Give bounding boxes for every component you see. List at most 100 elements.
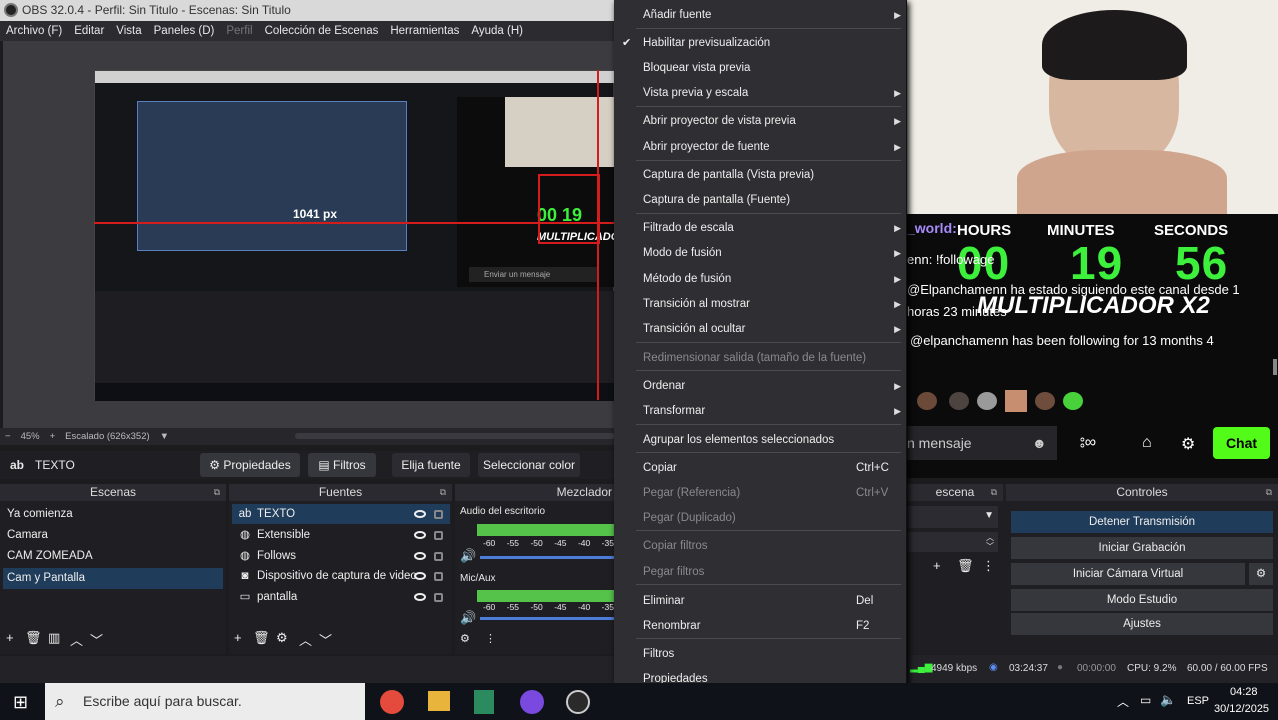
store-icon[interactable]: ⌂ (1142, 434, 1152, 452)
visibility-eye-icon[interactable] (414, 531, 426, 539)
visibility-eye-icon[interactable] (414, 552, 426, 560)
clock-time[interactable]: 04:28 (1230, 686, 1258, 698)
add-scene-icon[interactable]: + (6, 630, 14, 645)
menu-editar[interactable]: Editar (68, 25, 110, 37)
volume-slider-2[interactable] (480, 617, 614, 620)
properties-button[interactable]: ⚙ Propiedades (200, 453, 300, 477)
menu-perfil[interactable]: Perfil (220, 25, 258, 37)
add-transition-icon[interactable]: + (933, 558, 941, 573)
lock-icon[interactable] (434, 572, 443, 581)
context-menu-item[interactable]: Modo de fusión ▶ (614, 241, 907, 265)
menu-paneles[interactable]: Paneles (D) (148, 25, 221, 37)
context-menu-item[interactable]: Renombrar F2 (614, 614, 907, 638)
context-menu-item[interactable]: Captura de pantalla (Fuente) (614, 188, 907, 212)
app-icon[interactable] (474, 690, 494, 714)
menu-herramientas[interactable]: Herramientas (384, 25, 465, 37)
chat-input[interactable]: n mensaje ☻ (907, 426, 1057, 460)
context-menu-item[interactable]: Bloquear vista previa (614, 56, 907, 80)
context-menu-item[interactable]: Pegar filtros (614, 560, 907, 584)
speaker-icon[interactable]: 🔊 (460, 548, 476, 564)
undock-icon[interactable]: ⧉ (991, 484, 997, 501)
scene-item[interactable]: Camara (3, 525, 223, 546)
windows-start-icon[interactable]: ⊞ (13, 692, 28, 713)
choose-source-button[interactable]: Elija fuente (392, 453, 470, 477)
scene-item-selected[interactable]: Cam y Pantalla (3, 568, 223, 589)
context-menu-item[interactable]: Copiar filtros (614, 534, 907, 558)
trash-icon[interactable]: 🗑 (253, 630, 270, 646)
tray-chevron-up-icon[interactable]: ︿ (1117, 693, 1129, 710)
scene-item[interactable]: CAM ZOMEADA (3, 546, 223, 567)
lock-icon[interactable] (434, 531, 443, 540)
move-up-icon[interactable]: ︿ (70, 630, 83, 649)
context-menu-item[interactable]: Redimensionar salida (tamaño de la fuent… (614, 346, 907, 370)
move-down-icon[interactable]: ﹀ (319, 630, 332, 649)
context-menu-item[interactable]: Pegar (Referencia) Ctrl+V (614, 481, 907, 505)
clock-date[interactable]: 30/12/2025 (1214, 703, 1269, 715)
context-menu-item[interactable]: Agrupar los elementos seleccionados (614, 428, 907, 452)
menu-archivo[interactable]: Archivo (F) (0, 25, 68, 37)
taskbar-search-input[interactable]: ⌕ Escribe aquí para buscar. (45, 683, 365, 720)
context-menu-item[interactable]: Vista previa y escala ▶ (614, 81, 907, 105)
context-menu-item[interactable]: Abrir proyector de fuente ▶ (614, 135, 907, 159)
context-menu-item[interactable]: Filtros (614, 642, 907, 666)
bits-icon[interactable]: ⦂∞ (1080, 434, 1096, 452)
context-menu-item[interactable]: Método de fusión ▶ (614, 267, 907, 291)
menu-ayuda[interactable]: Ayuda (H) (465, 25, 529, 37)
more-icon[interactable]: ⋮ (485, 632, 496, 645)
obs-taskbar-icon[interactable] (566, 690, 590, 714)
zoom-out-button[interactable]: − (5, 431, 11, 442)
folder-icon[interactable] (428, 691, 450, 711)
visibility-eye-icon[interactable] (414, 593, 426, 601)
stop-stream-button[interactable]: Detener Transmisión (1011, 511, 1273, 533)
discord-icon[interactable] (520, 690, 544, 714)
move-down-icon[interactable]: ﹀ (90, 630, 103, 649)
move-up-icon[interactable]: ︿ (299, 630, 312, 649)
context-menu-item[interactable]: Añadir fuente ▶ (614, 3, 907, 27)
lock-icon[interactable] (434, 593, 443, 602)
context-menu-item[interactable]: ✔ Habilitar previsualización (614, 31, 907, 55)
visibility-eye-icon[interactable] (414, 510, 426, 518)
settings-button[interactable]: Ajustes (1011, 613, 1273, 635)
add-source-icon[interactable]: + (234, 630, 242, 645)
language-indicator[interactable]: ESP (1187, 695, 1209, 707)
scene-item[interactable]: Ya comienza (3, 504, 223, 525)
undock-icon[interactable]: ⧉ (440, 484, 446, 501)
lock-icon[interactable] (434, 510, 443, 519)
transition-select[interactable]: ▼ (907, 506, 998, 528)
context-menu-item[interactable]: Ordenar ▶ (614, 374, 907, 398)
context-menu-item[interactable]: Transición al ocultar ▶ (614, 317, 907, 341)
zoom-in-button[interactable]: + (50, 431, 56, 442)
network-icon[interactable]: ▭ (1140, 693, 1151, 707)
spin-arrows-icon[interactable]: ︿ ﹀ (986, 533, 994, 551)
scrollbar-thumb[interactable] (1273, 359, 1277, 375)
trash-icon[interactable]: 🗑 (25, 630, 42, 646)
undock-icon[interactable]: ⧉ (1266, 484, 1272, 501)
volume-icon[interactable]: 🔈 (1160, 692, 1176, 708)
context-menu-item[interactable]: Pegar (Duplicado) (614, 506, 907, 530)
context-menu-item[interactable]: Copiar Ctrl+C (614, 456, 907, 480)
chat-settings-icon[interactable]: ⚙ (1181, 434, 1195, 454)
context-menu-item[interactable]: Transformar ▶ (614, 399, 907, 423)
gear-icon[interactable]: ⚙ (276, 630, 288, 646)
start-virtual-camera-button[interactable]: Iniciar Cámara Virtual (1011, 563, 1245, 585)
context-menu-item[interactable]: Abrir proyector de vista previa ▶ (614, 109, 907, 133)
lock-icon[interactable] (434, 552, 443, 561)
scene-filters-icon[interactable]: ▥ (48, 630, 60, 646)
chrome-icon[interactable] (380, 690, 404, 714)
chat-send-button[interactable]: Chat (1213, 427, 1270, 459)
menu-coleccion[interactable]: Colección de Escenas (259, 25, 385, 37)
scale-dropdown-icon[interactable]: ▼ (160, 431, 169, 442)
filters-button[interactable]: ▤ Filtros (308, 453, 376, 477)
visibility-eye-icon[interactable] (414, 572, 426, 580)
speaker-icon[interactable]: 🔊 (460, 610, 476, 626)
horizontal-scrollbar[interactable] (295, 433, 615, 439)
virtual-camera-settings-icon[interactable]: ⚙ (1249, 563, 1273, 585)
mixer-settings-icon[interactable]: ⚙ (460, 632, 470, 645)
select-color-button[interactable]: Seleccionar color (478, 453, 580, 477)
volume-slider-1[interactable] (480, 556, 614, 559)
start-recording-button[interactable]: Iniciar Grabación (1011, 537, 1273, 559)
undock-icon[interactable]: ⧉ (214, 484, 220, 501)
menu-vista[interactable]: Vista (110, 25, 147, 37)
more-icon[interactable]: ⋮ (982, 558, 995, 574)
selection-box[interactable] (538, 174, 600, 244)
